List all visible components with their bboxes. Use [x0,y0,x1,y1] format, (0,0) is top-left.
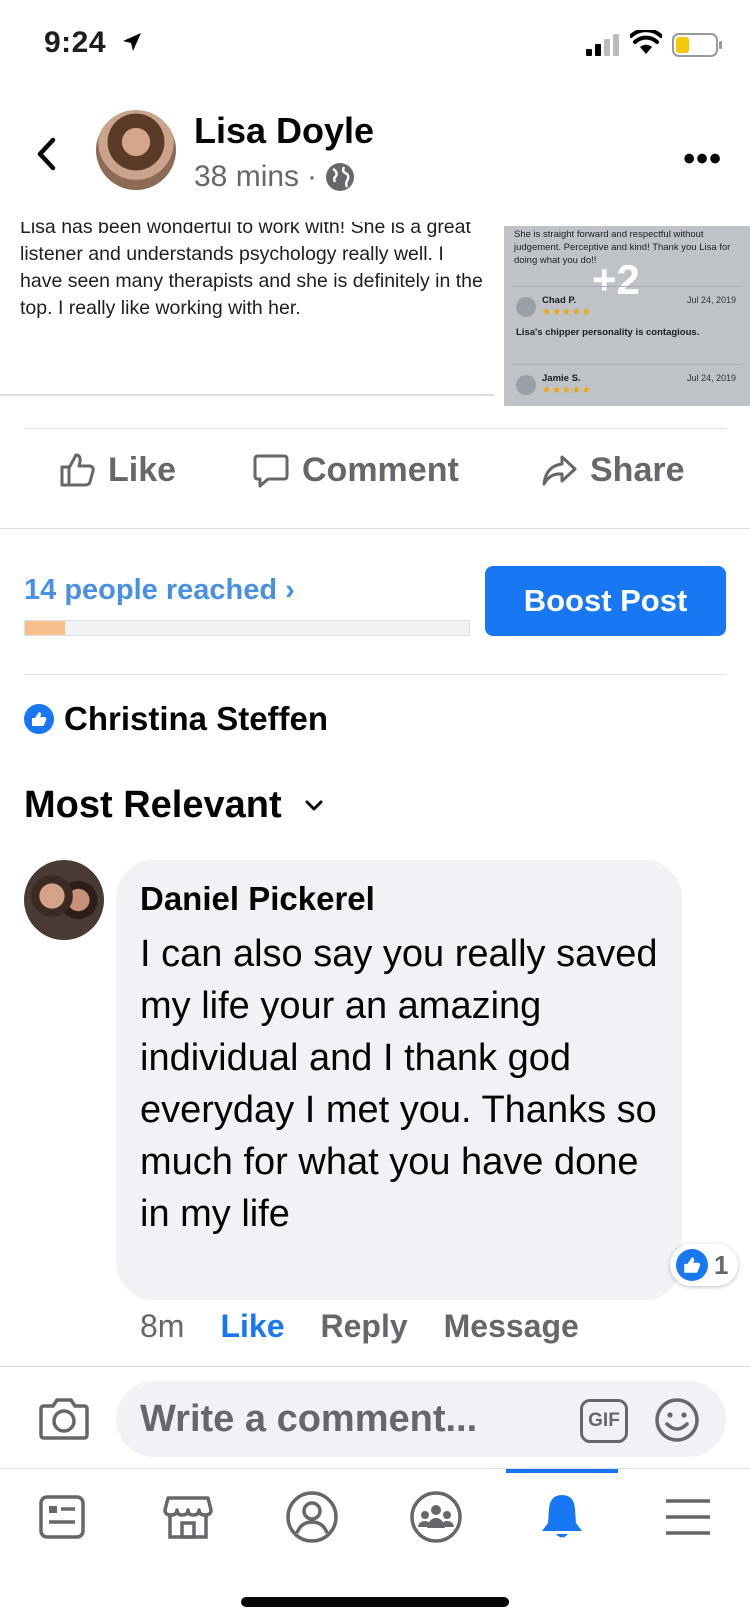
comment-input[interactable] [116,1381,726,1457]
comment-reaction-badge[interactable]: 1 [670,1244,739,1286]
bottom-tab-bar [0,1468,750,1624]
like-button[interactable]: Like [58,448,176,492]
tab-groups[interactable] [406,1487,466,1547]
people-reached-label: 14 people reached [24,574,278,606]
wifi-icon [630,30,662,54]
post-meta: 38 mins · [194,160,355,194]
comment-text: I can also say you really saved my life … [140,933,658,1235]
groups-icon [410,1491,462,1543]
like-reaction-icon [676,1249,708,1281]
like-label: Like [108,450,177,489]
comment-button[interactable]: Comment [252,448,459,492]
tab-notifications[interactable] [532,1487,592,1547]
people-reached-link[interactable]: 14 people reached › [24,574,295,607]
share-label: Share [590,450,685,489]
tab-profile[interactable] [282,1487,342,1547]
review-stars: ★★★★★ [542,385,592,396]
post-text: Lisa has been wonderful to work with! Sh… [20,222,483,319]
news-feed-icon [39,1495,85,1539]
cell-signal-icon [586,34,619,56]
location-arrow-icon [123,33,141,51]
comment-time: 8m [140,1308,185,1344]
battery-icon [672,33,722,57]
comment-label: Comment [302,450,459,489]
review-entry: Jamie S. Jul 24, 2019 ★★★★★ [512,364,742,406]
reach-progress-fill [25,621,65,635]
author-name[interactable]: Lisa Doyle [194,110,374,152]
notifications-bell-icon [542,1495,582,1538]
status-bar: 9:24 [0,0,750,96]
reviewer-avatar [516,375,536,395]
reviewer-name: Chad P. [542,295,577,306]
tab-news-feed[interactable] [32,1487,92,1547]
post-text-container: Lisa has been wonderful to work with! Sh… [0,222,494,396]
menu-icon [666,1499,710,1535]
globe-icon [326,163,355,191]
review-text: Lisa's chipper personality is contagious… [516,327,700,338]
reviewer-avatar [516,297,536,317]
author-avatar[interactable] [96,110,176,190]
status-time: 9:24 [44,26,107,59]
active-tab-indicator [506,1469,618,1473]
review-entry: Chad P. Jul 24, 2019 ★★★★★ Lisa's chippe… [512,286,742,362]
chevron-right-icon: › [285,574,295,606]
comment-author[interactable]: Daniel Pickerel [140,880,375,918]
like-reaction-icon [24,704,54,734]
post-time: 38 mins [194,160,300,193]
reactions-row[interactable]: Christina Steffen [24,700,328,738]
review-date: Jul 24, 2019 [686,295,736,305]
comment-actions: 8m Like Reply Message [140,1308,579,1345]
home-indicator [241,1597,509,1607]
chevron-down-icon [305,800,323,810]
chevron-left-icon [37,137,56,171]
meta-separator: · [307,160,318,193]
reaction-count: 1 [714,1249,729,1280]
marketplace-icon [163,1496,213,1539]
profile-icon [286,1491,338,1543]
camera-icon[interactable] [38,1395,90,1441]
gif-button[interactable]: GIF [580,1399,628,1443]
reach-progress-bar [24,620,470,636]
sort-label: Most Relevant [24,784,282,826]
comment-bubble-icon [253,454,289,488]
comment-like-button[interactable]: Like [220,1308,284,1345]
post-image-thumbnail[interactable]: She is straight forward and respectful w… [504,226,750,406]
boost-post-button[interactable]: Boost Post [485,566,726,636]
back-button[interactable] [30,130,62,178]
comment-bubble[interactable]: Daniel Pickerel I can also say you reall… [116,860,682,1300]
comment-sort-dropdown[interactable]: Most Relevant [24,784,324,827]
comment-composer: GIF [0,1366,750,1468]
share-button[interactable]: Share [540,448,685,492]
divider [24,674,726,675]
thumbs-up-icon [60,453,95,487]
post-header: Lisa Doyle 38 mins · ••• [0,106,750,206]
commenter-avatar[interactable] [24,860,104,940]
share-arrow-icon [542,455,577,486]
comment-reply-button[interactable]: Reply [320,1308,407,1345]
review-stars: ★★★★★ [542,307,592,318]
tab-marketplace[interactable] [158,1487,218,1547]
review-date: Jul 24, 2019 [686,373,736,383]
divider [0,528,750,529]
comment-message-button[interactable]: Message [444,1308,579,1345]
divider [24,428,726,429]
reviewer-name: Jamie S. [542,373,581,384]
liker-name: Christina Steffen [64,700,329,737]
tab-menu[interactable] [658,1487,718,1547]
more-options-button[interactable]: ••• [683,140,722,179]
emoji-icon[interactable] [654,1397,700,1443]
post-action-bar: Like Comment Share [0,430,750,510]
